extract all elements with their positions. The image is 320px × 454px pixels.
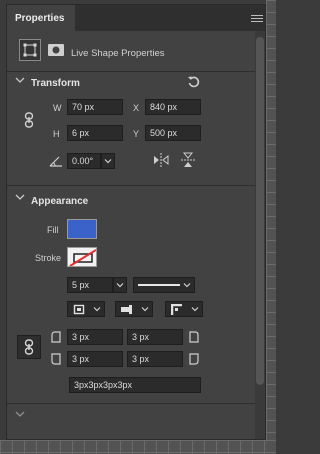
- flip-horizontal-icon[interactable]: [153, 153, 169, 167]
- stroke-align-icon: [73, 304, 85, 315]
- height-field[interactable]: 6 px: [67, 125, 123, 141]
- stroke-color-swatch[interactable]: [67, 247, 97, 267]
- mask-icon[interactable]: [47, 43, 65, 57]
- corner-top-left-field[interactable]: 3 px: [67, 329, 123, 345]
- width-label: W: [53, 103, 62, 113]
- corner-summary-field[interactable]: 3px3px3px3px: [69, 377, 201, 393]
- next-section-chevron-icon[interactable]: [15, 409, 25, 417]
- stroke-width-field[interactable]: 5 px: [67, 277, 113, 293]
- scrollbar-thumb[interactable]: [256, 37, 264, 385]
- stroke-label: Stroke: [35, 253, 62, 263]
- corner-top-right-icon: [189, 331, 199, 343]
- link-icon[interactable]: [24, 112, 34, 128]
- height-label: H: [53, 129, 60, 139]
- transform-section-title: Transform: [31, 78, 80, 89]
- corner-bottom-left-icon: [51, 353, 61, 365]
- live-shape-properties-label: Live Shape Properties: [71, 48, 165, 59]
- stroke-type-line: [138, 284, 180, 286]
- angle-icon: [49, 155, 63, 167]
- width-field[interactable]: 70 px: [67, 99, 123, 115]
- corner-top-left-icon: [51, 331, 61, 343]
- angle-dropdown[interactable]: [101, 153, 115, 169]
- panel-scrollbar[interactable]: [255, 31, 265, 439]
- tab-properties[interactable]: Properties: [7, 5, 75, 31]
- stroke-cap-dropdown[interactable]: [115, 301, 153, 317]
- link-icon: [24, 339, 34, 355]
- stroke-corner-icon: [170, 303, 183, 315]
- shape-bounds-icon[interactable]: [19, 39, 41, 61]
- panel-menu-icon[interactable]: [251, 15, 263, 23]
- divider: [7, 403, 255, 404]
- fill-color-swatch[interactable]: [67, 219, 97, 239]
- angle-field[interactable]: 0.00°: [67, 153, 101, 169]
- flip-vertical-icon[interactable]: [181, 152, 195, 168]
- x-field[interactable]: 840 px: [145, 99, 201, 115]
- stroke-cap-icon: [121, 305, 135, 314]
- corner-link-button[interactable]: [17, 335, 41, 359]
- canvas-grid-bottom: [0, 440, 276, 454]
- appearance-section-title: Appearance: [31, 196, 89, 207]
- reset-icon[interactable]: [187, 75, 201, 89]
- stroke-align-dropdown[interactable]: [67, 301, 105, 317]
- fill-label: Fill: [47, 225, 59, 235]
- properties-panel: Properties Live Shape Properties Transfo…: [6, 4, 266, 440]
- stroke-width-dropdown[interactable]: [113, 277, 127, 293]
- x-label: X: [133, 103, 140, 113]
- stroke-type-dropdown[interactable]: [133, 277, 195, 293]
- corner-bottom-right-field[interactable]: 3 px: [127, 351, 183, 367]
- canvas-grid-right: [266, 0, 276, 454]
- y-field[interactable]: 500 px: [145, 125, 201, 141]
- stroke-corner-dropdown[interactable]: [165, 301, 203, 317]
- panel-tab-bar: Properties: [7, 5, 265, 31]
- corner-top-right-field[interactable]: 3 px: [127, 329, 183, 345]
- divider: [7, 71, 255, 72]
- appearance-collapse-chevron-icon[interactable]: [15, 193, 25, 204]
- corner-bottom-left-field[interactable]: 3 px: [67, 351, 123, 367]
- divider: [7, 185, 255, 186]
- corner-bottom-right-icon: [189, 353, 199, 365]
- y-label: Y: [133, 129, 140, 139]
- transform-collapse-chevron-icon[interactable]: [15, 76, 25, 87]
